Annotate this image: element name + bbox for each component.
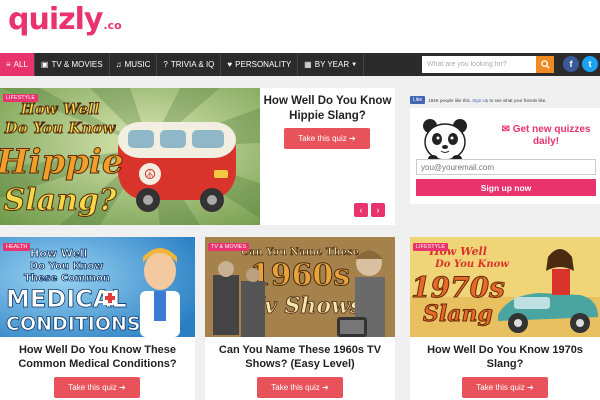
quiz-card-title[interactable]: How Well Do You Know 1970s Slang? [410, 343, 600, 371]
art-line: These Common [24, 273, 110, 284]
category-badge[interactable]: HEALTH [3, 243, 31, 251]
nav-item-label: TRIVIA & IQ [170, 60, 215, 69]
panda-mascot-icon [423, 119, 467, 163]
art-line: CONDITIONS? [6, 313, 152, 335]
newsletter-signup: ✉ Get new quizzes daily! Sign up now [410, 108, 600, 204]
art-line: Hippie [0, 142, 124, 182]
like-signup-link[interactable]: Sign Up [472, 98, 488, 103]
envelope-icon: ✉ [501, 124, 510, 135]
quiz-card-title[interactable]: Can You Name These 1960s TV Shows? (Easy… [205, 343, 395, 371]
nav-item-personality[interactable]: ♥ PERSONALITY [221, 53, 299, 76]
nav-item-tv-movies[interactable]: ▣ TV & MOVIES [35, 53, 110, 76]
nav-item-music[interactable]: ♫ MUSIC [110, 53, 158, 76]
caret-down-icon: ▼ [351, 61, 358, 68]
next-slide-button[interactable]: › [371, 203, 385, 217]
svg-text:☮: ☮ [144, 167, 157, 183]
art-line: Do You Know [30, 261, 103, 272]
art-line: 1970s [411, 271, 505, 304]
art-line: Do You Know [434, 259, 509, 270]
nav-item-label: ALL [13, 60, 28, 69]
nav-item-label: TV & MOVIES [51, 60, 103, 69]
take-quiz-button[interactable]: Take this quiz ➔ [54, 377, 140, 398]
facebook-icon[interactable]: f [563, 56, 579, 72]
category-badge[interactable]: LIFESTYLE [3, 94, 39, 102]
quiz-card-image[interactable]: How Well Do You Know These Common MEDICA… [0, 237, 195, 337]
quiz-card: How Well Do You Know These Common MEDICA… [0, 237, 195, 400]
like-rest-text: to see what your friends like. [489, 97, 547, 103]
art-line: Can You Name These [241, 247, 359, 258]
email-field[interactable] [416, 159, 596, 175]
take-quiz-button[interactable]: Take this quiz ➔ [284, 128, 370, 149]
art-line: Slang? [4, 183, 117, 218]
take-quiz-button[interactable]: Take this quiz ➔ [462, 377, 548, 398]
search-button[interactable] [536, 56, 554, 73]
hippie-van-illustration: ☮ How Well Do You Know Hippie Slang? [0, 88, 260, 225]
art-line: How Well [30, 247, 88, 260]
signup-heading: ✉ Get new quizzes daily! [492, 124, 600, 148]
retro-car-illustration: How Well Do You Know 1970s Slang [410, 237, 600, 337]
search-bar [422, 56, 554, 73]
search-icon [540, 60, 550, 69]
quiz-card: How Well Do You Know 1970s Slang LIFESTY… [410, 237, 600, 400]
category-badge[interactable]: TV & MOVIES [208, 243, 250, 251]
featured-quiz: ☮ How Well Do You Know Hippie Slang? LIF… [0, 88, 395, 225]
search-input[interactable] [422, 56, 536, 73]
art-line: Slang [423, 301, 493, 327]
question-icon: ? [163, 60, 168, 69]
music-icon: ♫ [115, 60, 122, 69]
sign-up-button[interactable]: Sign up now [416, 179, 596, 196]
signup-heading-text: Get new quizzes daily! [512, 124, 591, 147]
quiz-card-image[interactable]: Can You Name These 1960s Tv Shows TV & M… [205, 237, 395, 337]
nav-item-label: BY YEAR [314, 60, 350, 69]
art-line: Do You Know [4, 119, 117, 137]
main-nav: ≡ ALL ▣ TV & MOVIES ♫ MUSIC ? TRIVIA & I… [0, 53, 600, 76]
quiz-card: Can You Name These 1960s Tv Shows TV & M… [205, 237, 395, 400]
film-icon: ▣ [40, 60, 49, 69]
like-button[interactable]: Like [410, 96, 426, 104]
heart-icon: ♥ [227, 60, 233, 69]
facebook-like-widget: Like 192K people like this. Sign Up to s… [410, 96, 547, 104]
quiz-card-title[interactable]: How Well Do You Know These Common Medica… [0, 343, 195, 371]
featured-quiz-image[interactable]: ☮ How Well Do You Know Hippie Slang? LIF… [0, 88, 260, 225]
featured-quiz-info: How Well Do You Know Hippie Slang? Take … [260, 88, 395, 225]
menu-icon: ≡ [6, 60, 11, 69]
nav-item-label: PERSONALITY [235, 60, 292, 69]
nav-item-by-year[interactable]: ▦ BY YEAR ▼ [298, 53, 365, 76]
art-line: How Well [20, 100, 100, 118]
like-count-text: 192K people like this. [428, 97, 471, 103]
site-header: quizly .co [0, 0, 600, 53]
featured-quiz-title[interactable]: How Well Do You Know Hippie Slang? [260, 94, 395, 124]
nav-item-trivia[interactable]: ? TRIVIA & IQ [157, 53, 222, 76]
nav-item-all[interactable]: ≡ ALL [0, 53, 35, 76]
logo-tld: .co [103, 19, 122, 32]
nav-item-label: MUSIC [124, 60, 151, 69]
prev-slide-button[interactable]: ‹ [354, 203, 368, 217]
site-logo[interactable]: quizly .co [8, 2, 122, 42]
twitter-icon[interactable]: t [582, 56, 598, 72]
quiz-card-image[interactable]: How Well Do You Know 1970s Slang LIFESTY… [410, 237, 600, 337]
like-count: 192K people like this. Sign Up to see wh… [428, 98, 546, 103]
medical-illustration: How Well Do You Know These Common MEDICA… [0, 237, 195, 337]
calendar-icon: ▦ [304, 60, 312, 69]
logo-text: quizly [8, 2, 103, 37]
category-badge[interactable]: LIFESTYLE [413, 243, 449, 251]
take-quiz-button[interactable]: Take this quiz ➔ [257, 377, 343, 398]
tv-shows-illustration: Can You Name These 1960s Tv Shows [205, 237, 395, 337]
